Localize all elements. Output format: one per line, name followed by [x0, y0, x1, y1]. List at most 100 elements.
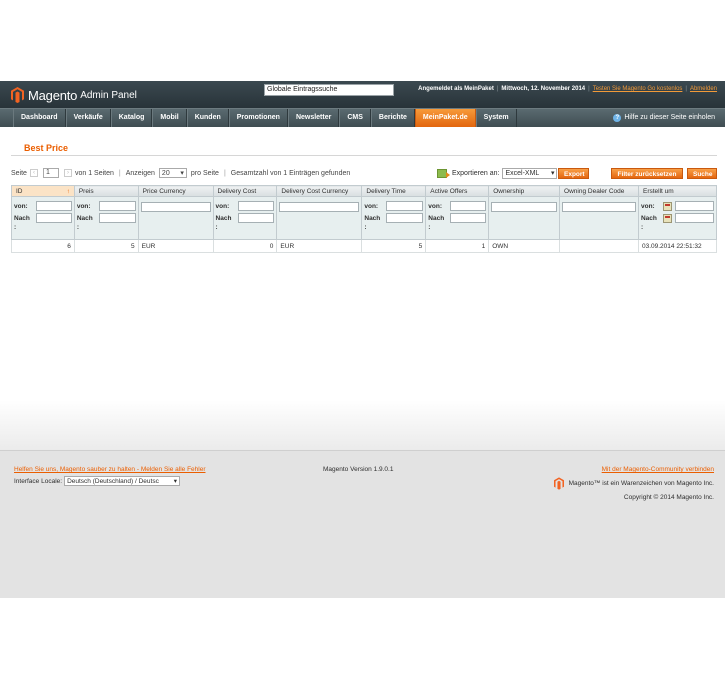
- cell-active-offers: 1: [425, 239, 490, 253]
- nav-item-customers[interactable]: Kunden: [186, 109, 229, 127]
- column-header-ownership[interactable]: Ownership: [488, 185, 561, 197]
- try-magento-go-link[interactable]: Testen Sie Magento Go kostenlos: [593, 86, 683, 92]
- filter-delivery-cost-to-input[interactable]: [237, 213, 275, 223]
- page-label: Seite: [11, 169, 27, 177]
- copyright-text: Copyright © 2014 Magento Inc.: [623, 494, 714, 501]
- cell-owning-dealer-code: [559, 239, 639, 253]
- filter-to-label: Nach: [640, 214, 657, 222]
- locale-select[interactable]: Deutsch (Deutschland) / Deutsc ▾: [64, 476, 181, 486]
- page-footer: Helfen Sie uns, Magento sauber zu halten…: [0, 450, 725, 598]
- footer-legal: Mit der Magento-Community verbinden Mage…: [553, 466, 714, 501]
- filter-colon: :: [14, 224, 17, 231]
- column-header-active-offers[interactable]: Active Offers: [425, 185, 490, 197]
- global-search-input[interactable]: Globale Eintragssuche: [264, 84, 394, 96]
- filter-colon: :: [215, 224, 218, 231]
- per-page-select[interactable]: 20 ▾: [158, 168, 187, 178]
- chevron-down-icon: ▾: [173, 478, 178, 485]
- report-bugs-link[interactable]: Helfen Sie uns, Magento sauber zu halten…: [14, 466, 206, 473]
- prev-page-icon[interactable]: ‹: [29, 169, 38, 177]
- total-records-text: Gesamtzahl von 1 Einträgen gefunden: [230, 169, 351, 177]
- next-page-icon[interactable]: ›: [63, 169, 72, 177]
- filter-colon: :: [364, 224, 367, 231]
- filter-price-currency-input[interactable]: [140, 202, 211, 212]
- locale-label: Interface Locale:: [14, 477, 63, 485]
- column-header-delivery-cost[interactable]: Delivery Cost: [212, 185, 278, 197]
- filter-ownership-input[interactable]: [491, 202, 558, 212]
- calendar-icon[interactable]: [662, 213, 672, 223]
- nav-item-system[interactable]: System: [475, 109, 517, 127]
- help-icon: ?: [613, 114, 622, 122]
- filter-id-to-input[interactable]: [36, 213, 72, 223]
- filter-delivery-cost: von: Nach :: [212, 196, 278, 240]
- page-title: Best Price: [24, 143, 69, 153]
- filter-active-offers-to-input[interactable]: [450, 213, 487, 223]
- locale-switcher: Interface Locale: Deutsch (Deutschland) …: [14, 476, 181, 486]
- cell-delivery-cost-currency: EUR: [276, 239, 363, 253]
- export-format-value: Excel-XML: [505, 169, 540, 177]
- nav-item-sales[interactable]: Verkäufe: [65, 109, 111, 127]
- nav-item-catalog[interactable]: Katalog: [110, 109, 153, 127]
- export-button[interactable]: Export: [558, 168, 589, 179]
- table-row[interactable]: 6 5 EUR 0 EUR 5 1 OWN 03.09.2014 22:51:3…: [11, 239, 718, 253]
- filter-to-label: Nach: [428, 214, 445, 222]
- column-header-owning-dealer-code[interactable]: Owning Dealer Code: [559, 185, 639, 197]
- filter-created-to-input[interactable]: [674, 213, 714, 223]
- page-number-input[interactable]: 1: [42, 168, 59, 178]
- logo-subtitle: Admin Panel: [80, 89, 137, 101]
- filter-delivery-cost-currency-input[interactable]: [279, 202, 360, 212]
- filter-active-offers: von: Nach :: [425, 196, 490, 240]
- nav-item-meinpaket[interactable]: MeinPaket.de: [414, 109, 476, 127]
- help-link[interactable]: ? Hilfe zu dieser Seite einholen: [613, 109, 715, 127]
- best-price-grid: ID ↑ Preis Price Currency Delivery Cost D…: [11, 185, 718, 253]
- filter-created-from-input[interactable]: [674, 201, 714, 211]
- filter-to-label: Nach: [364, 214, 381, 222]
- header-user-info: Angemeldet als MeinPaket | Mittwoch, 12. N…: [418, 86, 717, 92]
- logout-link[interactable]: Abmelden: [690, 86, 717, 92]
- filter-owning-dealer-code-input[interactable]: [562, 202, 636, 212]
- column-header-delivery-time[interactable]: Delivery Time: [361, 185, 427, 197]
- filter-to-label: Nach: [215, 214, 232, 222]
- filter-from-label: von:: [428, 202, 443, 210]
- export-icon: [437, 168, 450, 178]
- filter-delivery-cost-currency: [276, 196, 363, 240]
- filter-row: von: Nach : von: Nach : von: Nach : von:…: [11, 196, 718, 240]
- nav-item-mobile[interactable]: Mobil: [152, 109, 187, 127]
- filter-created-at: von: Nach :: [637, 196, 718, 240]
- reset-filter-button[interactable]: Filter zurücksetzen: [611, 168, 683, 179]
- nav-item-promotions[interactable]: Promotionen: [228, 109, 288, 127]
- calendar-icon[interactable]: [662, 201, 672, 211]
- filter-ownership: [488, 196, 561, 240]
- community-link[interactable]: Mit der Magento-Community verbinden: [602, 466, 714, 473]
- sort-asc-icon: ↑: [66, 187, 70, 195]
- magento-logo-icon: [11, 87, 24, 103]
- magento-logo[interactable]: Magento Admin Panel: [11, 85, 137, 105]
- filter-delivery-time-from-input[interactable]: [386, 201, 424, 211]
- filter-active-offers-from-input[interactable]: [450, 201, 487, 211]
- filter-colon: :: [428, 224, 431, 231]
- filter-id: von: Nach :: [11, 196, 75, 240]
- nav-item-newsletter[interactable]: Newsletter: [287, 109, 340, 127]
- page-count-text: von 1 Seiten: [74, 169, 114, 177]
- content-bottom-gradient: [0, 400, 725, 450]
- search-button[interactable]: Suche: [687, 168, 717, 179]
- filter-from-label: von:: [215, 202, 230, 210]
- column-header-id[interactable]: ID ↑: [11, 185, 75, 197]
- filter-id-from-input[interactable]: [36, 201, 72, 211]
- nav-item-dashboard[interactable]: Dashboard: [13, 109, 66, 127]
- filter-price-from-input[interactable]: [98, 201, 136, 211]
- filter-to-label: Nach: [14, 214, 30, 222]
- filter-price-to-input[interactable]: [98, 213, 136, 223]
- nav-item-reports[interactable]: Berichte: [370, 109, 415, 127]
- filter-delivery-cost-from-input[interactable]: [237, 201, 275, 211]
- column-header-created-at[interactable]: Erstellt um: [637, 185, 718, 197]
- column-header-price-currency[interactable]: Price Currency: [137, 185, 214, 197]
- filter-from-label: von:: [76, 202, 91, 210]
- filter-delivery-time-to-input[interactable]: [386, 213, 424, 223]
- column-header-delivery-cost-currency[interactable]: Delivery Cost Currency: [276, 185, 363, 197]
- column-header-price[interactable]: Preis: [73, 185, 139, 197]
- filter-owning-dealer-code: [559, 196, 639, 240]
- current-date: Mittwoch, 12. November 2014: [501, 86, 586, 92]
- export-controls: Exportieren an: Excel-XML ▾: [437, 167, 558, 179]
- export-format-select[interactable]: Excel-XML ▾: [502, 167, 558, 179]
- nav-item-cms[interactable]: CMS: [339, 109, 371, 127]
